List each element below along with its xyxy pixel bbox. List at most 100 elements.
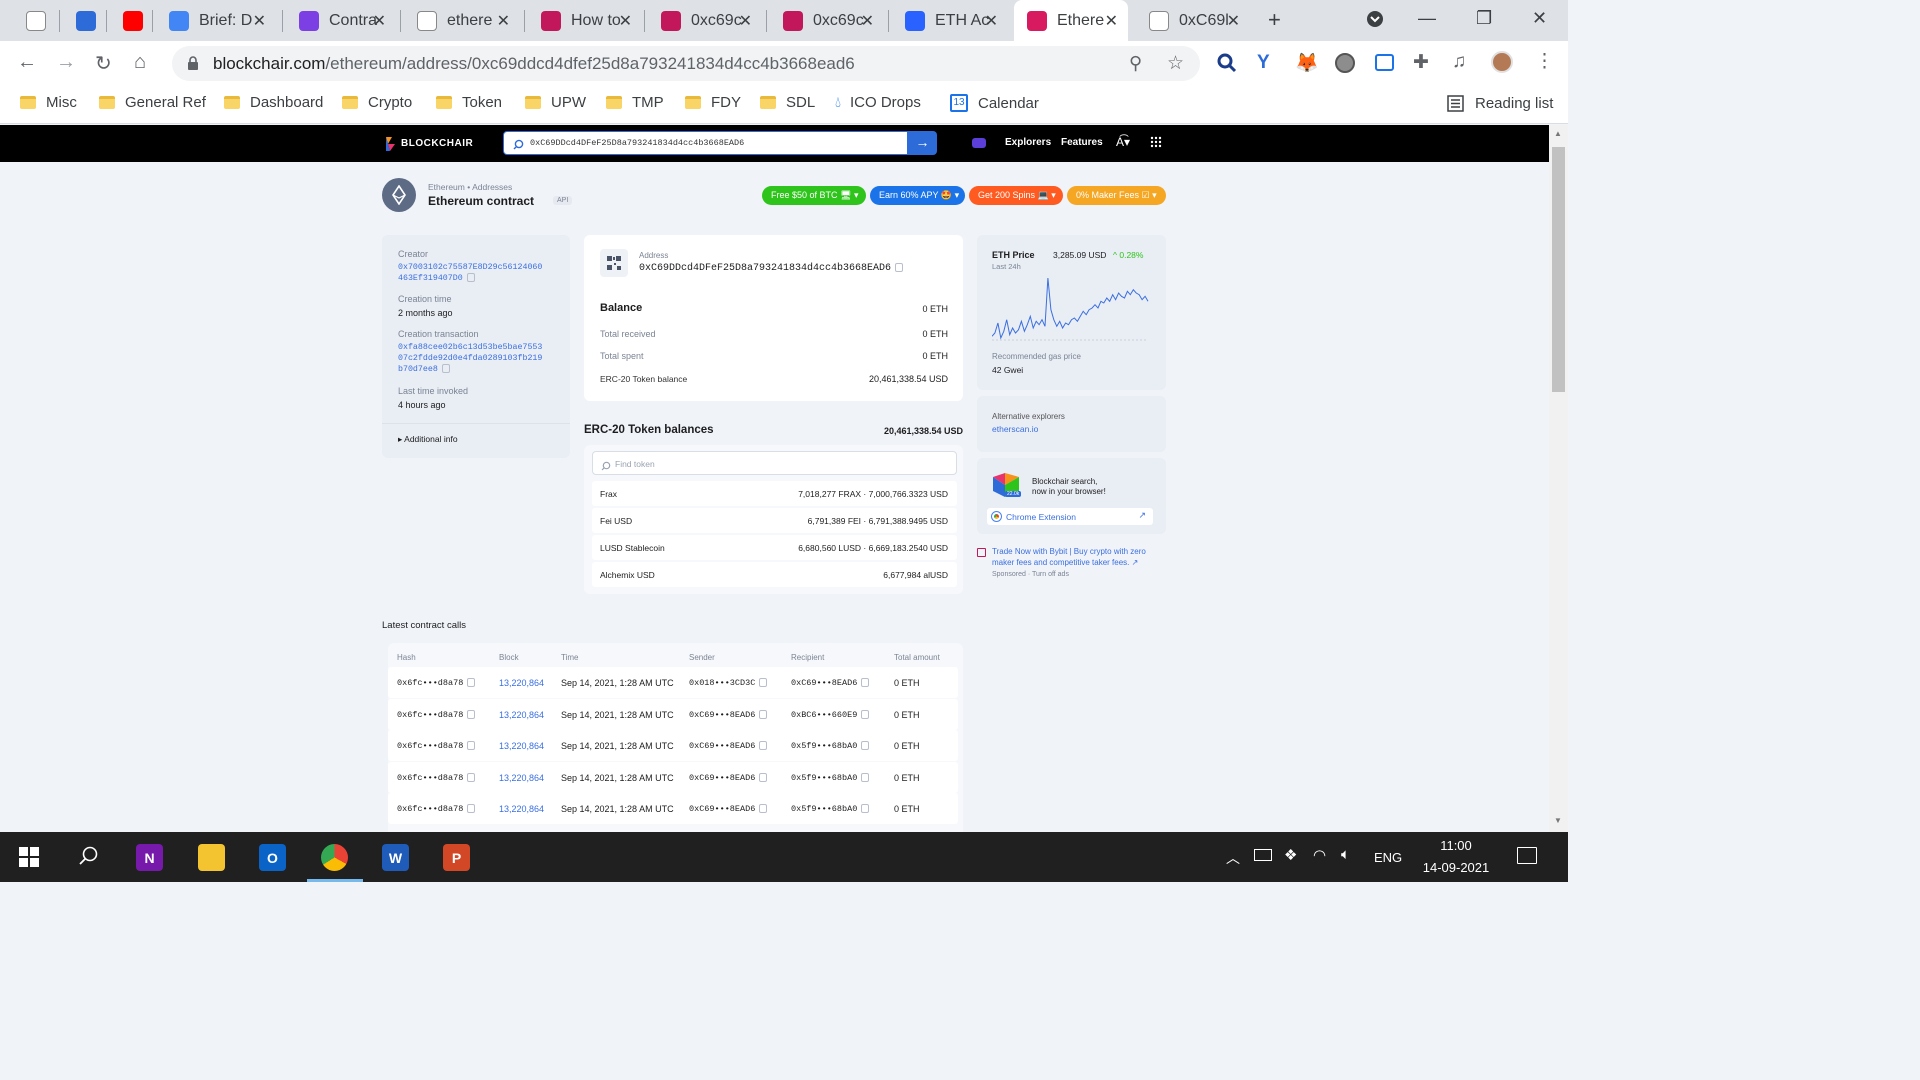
api-badge[interactable]: API <box>553 196 573 205</box>
browser-tab[interactable]: Ethere ✕ <box>1014 0 1128 41</box>
cell-block[interactable]: 13,220,864 <box>499 773 544 783</box>
home-icon[interactable]: ⌂ <box>134 51 146 74</box>
bookmark-star-icon[interactable]: ☆ <box>1167 52 1184 75</box>
token-row[interactable]: Alchemix USD 6,677,984 alUSD <box>592 562 957 587</box>
search-extension-icon[interactable] <box>1217 53 1237 78</box>
creation-transaction-link[interactable]: 0xfa88cee02b6c13d53be5bae7553 07c2fdde92d… <box>398 342 542 375</box>
copy-icon[interactable] <box>467 709 476 719</box>
browser-tab[interactable]: 0xC69l ✕ <box>1136 0 1250 41</box>
page-scrollbar[interactable]: ▲ ▼ <box>1549 125 1568 832</box>
tab-close-icon[interactable]: ✕ <box>1227 11 1240 31</box>
copy-icon[interactable] <box>466 273 475 283</box>
copy-icon[interactable] <box>861 804 870 814</box>
chrome-icon[interactable] <box>321 844 348 871</box>
browser-tab[interactable] <box>13 0 60 41</box>
promo-button[interactable]: 0% Maker Fees ☑ ▾ <box>1067 186 1166 205</box>
scrollbar-thumb[interactable] <box>1552 147 1565 392</box>
additional-info-toggle[interactable]: ▸ Additional info <box>398 434 458 445</box>
back-icon[interactable]: ← <box>17 51 37 74</box>
restore-icon[interactable]: ❐ <box>1476 8 1492 29</box>
cell-sender[interactable]: 0xC69•••8EAD6 <box>689 741 768 751</box>
bookmark-item[interactable]: Token <box>436 94 502 111</box>
promo-button[interactable]: Free $50 of BTC 🖥 ▾ <box>762 186 866 205</box>
language-icon[interactable]: A͡▾ <box>1116 135 1130 149</box>
bookmark-item[interactable]: UPW <box>525 94 586 111</box>
browser-tab[interactable]: 0xc69c ✕ <box>648 0 762 41</box>
table-row[interactable]: 0x6fc•••d8a78 13,220,864 Sep 14, 2021, 1:2… <box>388 667 958 698</box>
find-token-input[interactable]: Find token <box>592 451 957 475</box>
close-window-icon[interactable]: ✕ <box>1532 8 1547 29</box>
breadcrumb-addresses[interactable]: Addresses <box>472 182 512 192</box>
copy-icon[interactable] <box>895 263 904 272</box>
nav-features[interactable]: Features <box>1061 137 1103 148</box>
chrome-menu-icon[interactable]: ⋮ <box>1535 50 1554 73</box>
volume-icon[interactable]: 🔈︎ <box>1341 846 1350 863</box>
copy-icon[interactable] <box>467 804 476 814</box>
token-row[interactable]: Fei USD 6,791,389 FEI · 6,791,388.9495 US… <box>592 508 957 533</box>
cell-block[interactable]: 13,220,864 <box>499 741 544 751</box>
cell-block[interactable]: 13,220,864 <box>499 804 544 814</box>
metamask-icon[interactable]: 🦊 <box>1295 51 1319 75</box>
qr-code-icon[interactable] <box>600 249 628 277</box>
theme-toggle-icon[interactable] <box>972 138 986 148</box>
bookmark-item[interactable]: 13 Calendar <box>950 94 1039 112</box>
copy-icon[interactable] <box>759 772 768 782</box>
promo-button[interactable]: Earn 60% APY 🤩 ▾ <box>870 186 965 205</box>
bookmark-item[interactable]: 💧︎ ICO Drops <box>835 94 921 111</box>
battery-icon[interactable] <box>1254 849 1272 861</box>
bookmark-item[interactable]: Dashboard <box>224 94 323 111</box>
bybit-ad-link[interactable]: Trade Now with Bybit | Buy crypto with z… <box>992 546 1146 568</box>
bookmark-item[interactable]: SDL <box>760 94 815 111</box>
copy-icon[interactable] <box>467 772 476 782</box>
tab-search-icon[interactable] <box>1366 10 1384 33</box>
address-bar[interactable]: blockchair.com/ethereum/address/0xc69ddc… <box>172 46 1200 81</box>
notification-icon[interactable] <box>1517 847 1537 864</box>
copy-icon[interactable] <box>759 741 768 751</box>
cell-hash[interactable]: 0x6fc•••d8a78 <box>397 772 476 783</box>
tab-close-icon[interactable]: ✕ <box>497 11 510 31</box>
cell-recipient[interactable]: 0xC69•••8EAD6 <box>791 678 870 688</box>
nav-explorers[interactable]: Explorers <box>1005 137 1051 148</box>
minimize-icon[interactable]: — <box>1418 8 1436 29</box>
browser-tab[interactable]: ethere ✕ <box>404 0 520 41</box>
copy-icon[interactable] <box>467 678 476 688</box>
browser-tab[interactable]: How to ✕ <box>528 0 642 41</box>
clock-date[interactable]: 14-09-2021 <box>1414 860 1498 875</box>
tab-close-icon[interactable]: ✕ <box>253 11 266 31</box>
copy-icon[interactable] <box>467 741 476 751</box>
onenote-icon[interactable]: N <box>136 844 163 871</box>
cell-hash[interactable]: 0x6fc•••d8a78 <box>397 741 476 751</box>
breadcrumb-ethereum[interactable]: Ethereum <box>428 182 465 192</box>
cell-hash[interactable]: 0x6fc•••d8a78 <box>397 678 476 688</box>
bookmark-item[interactable]: General Ref <box>99 94 206 111</box>
table-row[interactable]: 0x6fc•••d8a78 13,220,864 Sep 14, 2021, 1:2… <box>388 793 958 824</box>
scroll-down-icon[interactable]: ▼ <box>1554 816 1562 825</box>
tray-chevron-icon[interactable]: ︿ <box>1226 848 1240 868</box>
browser-tab[interactable]: Brief: D ✕ <box>156 0 276 41</box>
cell-block[interactable]: 13,220,864 <box>499 678 544 688</box>
blockchair-logo-icon[interactable] <box>384 135 397 158</box>
bookmark-item[interactable]: Crypto <box>342 94 412 111</box>
powerpoint-icon[interactable]: P <box>443 844 470 871</box>
turn-off-ads-link[interactable]: Turn off ads <box>1032 571 1069 578</box>
media-control-icon[interactable]: ♫ <box>1452 51 1466 73</box>
tab-close-icon[interactable]: ✕ <box>985 11 998 31</box>
copy-icon[interactable] <box>759 804 768 814</box>
outlook-icon[interactable]: O <box>259 844 286 871</box>
copy-icon[interactable] <box>861 741 870 751</box>
search-submit-button[interactable]: → <box>908 131 937 155</box>
cell-recipient[interactable]: 0x5f9•••68bA0 <box>791 773 870 783</box>
cell-recipient[interactable]: 0xBC6•••660E9 <box>791 710 870 720</box>
browser-tab[interactable] <box>110 0 154 41</box>
cell-hash[interactable]: 0x6fc•••d8a78 <box>397 804 476 814</box>
file-explorer-icon[interactable] <box>198 844 225 871</box>
copy-icon[interactable] <box>759 678 768 688</box>
forward-icon[interactable]: → <box>56 51 76 74</box>
cell-sender[interactable]: 0x018•••3CD3C <box>689 678 768 688</box>
browser-tab[interactable]: Contra ✕ <box>286 0 396 41</box>
table-row[interactable]: 0x6fc•••d8a78 13,220,864 Sep 14, 2021, 1:2… <box>388 730 958 761</box>
bookmark-item[interactable]: FDY <box>685 94 741 111</box>
zoom-icon[interactable]: ⚲ <box>1129 53 1142 74</box>
etherscan-link[interactable]: etherscan.io <box>992 424 1038 434</box>
cell-recipient[interactable]: 0x5f9•••68bA0 <box>791 804 870 814</box>
